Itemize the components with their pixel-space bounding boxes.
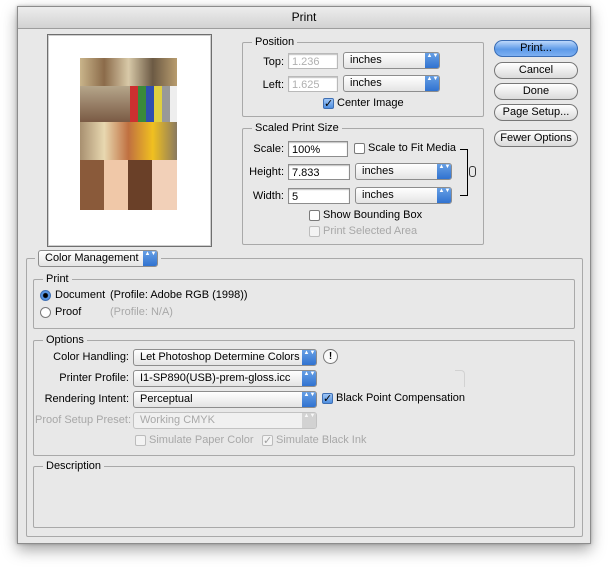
warning-icon: ! bbox=[323, 349, 338, 364]
color-management-value: Color Management bbox=[45, 252, 139, 264]
link-icon[interactable] bbox=[469, 166, 476, 177]
print-source-label: Print bbox=[43, 273, 72, 285]
width-unit-popup[interactable]: inches ▲▼ bbox=[355, 187, 452, 204]
width-field[interactable]: 5 bbox=[288, 188, 350, 204]
top-field[interactable]: 1.236 bbox=[288, 53, 338, 69]
page-setup-button[interactable]: Page Setup... bbox=[494, 104, 578, 121]
bracket-vertical bbox=[467, 149, 468, 196]
top-label: Top: bbox=[263, 56, 284, 68]
fewer-options-button[interactable]: Fewer Options bbox=[494, 130, 578, 147]
document-label: Document bbox=[55, 289, 106, 301]
print-preview bbox=[47, 34, 212, 247]
popup-arrows-icon: ▲▼ bbox=[302, 392, 316, 407]
proof-setup-value: Working CMYK bbox=[140, 414, 215, 426]
document-profile: (Profile: Adobe RGB (1998)) bbox=[110, 289, 248, 301]
color-handling-label: Color Handling: bbox=[53, 351, 129, 363]
window-title: Print bbox=[18, 7, 590, 29]
document-radio[interactable] bbox=[40, 290, 51, 301]
height-unit-value: inches bbox=[362, 165, 394, 177]
proof-radio[interactable] bbox=[40, 307, 51, 318]
popup-arrows-icon: ▲▼ bbox=[302, 350, 316, 365]
show-bounding-box-checkbox[interactable] bbox=[309, 210, 320, 221]
popup-arrows-icon: ▲▼ bbox=[437, 188, 451, 203]
left-unit-popup[interactable]: inches ▲▼ bbox=[343, 75, 440, 92]
preview-image bbox=[80, 58, 177, 210]
popup-shadow-decoration bbox=[455, 370, 465, 387]
popup-arrows-icon: ▲▼ bbox=[425, 76, 439, 91]
print-selected-area-checkbox[interactable] bbox=[309, 226, 320, 237]
popup-arrows-icon: ▲▼ bbox=[143, 251, 157, 266]
color-handling-value: Let Photoshop Determine Colors bbox=[140, 351, 300, 363]
print-button[interactable]: Print... bbox=[494, 40, 578, 57]
top-unit-popup[interactable]: inches ▲▼ bbox=[343, 52, 440, 69]
scale-label: Scale: bbox=[253, 143, 284, 155]
left-label: Left: bbox=[262, 79, 284, 91]
popup-arrows-icon: ▲▼ bbox=[425, 53, 439, 68]
center-image-checkbox[interactable]: ✓ bbox=[323, 98, 334, 110]
height-label: Height: bbox=[249, 166, 284, 178]
rendering-intent-value: Perceptual bbox=[140, 393, 193, 405]
popup-arrows-icon: ▲▼ bbox=[302, 371, 316, 386]
description-label: Description bbox=[43, 460, 105, 472]
simulate-black-checkbox[interactable]: ✓ bbox=[262, 435, 273, 447]
rendering-intent-popup[interactable]: Perceptual ▲▼ bbox=[133, 391, 317, 408]
proof-label: Proof bbox=[55, 306, 82, 318]
print-dialog: Print Print... Cancel Done Page Setup...… bbox=[17, 6, 591, 544]
proof-setup-popup[interactable]: Working CMYK ▲▼ bbox=[133, 412, 317, 429]
simulate-black-label: Simulate Black Ink bbox=[276, 434, 367, 446]
color-management-popup[interactable]: Color Management ▲▼ bbox=[38, 250, 158, 267]
print-selected-area-label: Print Selected Area bbox=[323, 225, 418, 237]
center-image-label: Center Image bbox=[337, 97, 404, 109]
width-label: Width: bbox=[252, 190, 284, 202]
proof-setup-label: Proof Setup Preset: bbox=[35, 414, 131, 426]
width-unit-value: inches bbox=[362, 189, 394, 201]
print-source-group bbox=[33, 279, 575, 329]
description-group bbox=[33, 466, 575, 528]
left-unit-value: inches bbox=[350, 77, 382, 89]
black-point-checkbox[interactable]: ✓ bbox=[322, 393, 333, 405]
done-button[interactable]: Done bbox=[494, 83, 578, 100]
popup-arrows-icon: ▲▼ bbox=[437, 164, 451, 179]
scale-to-fit-checkbox[interactable] bbox=[354, 143, 365, 154]
scale-field[interactable]: 100% bbox=[288, 141, 348, 157]
options-label: Options bbox=[43, 334, 87, 346]
popup-arrows-icon: ▲▼ bbox=[302, 413, 316, 428]
printer-profile-value: I1-SP890(USB)-prem-gloss.icc bbox=[140, 372, 291, 384]
bracket-bottom bbox=[460, 195, 468, 196]
cancel-button[interactable]: Cancel bbox=[494, 62, 578, 79]
left-field[interactable]: 1.625 bbox=[288, 76, 338, 92]
printer-profile-label: Printer Profile: bbox=[59, 372, 129, 384]
top-unit-value: inches bbox=[350, 54, 382, 66]
simulate-paper-checkbox[interactable] bbox=[135, 435, 146, 446]
scale-to-fit-label: Scale to Fit Media bbox=[368, 142, 457, 154]
simulate-paper-label: Simulate Paper Color bbox=[149, 434, 254, 446]
height-unit-popup[interactable]: inches ▲▼ bbox=[355, 163, 452, 180]
printer-profile-popup[interactable]: I1-SP890(USB)-prem-gloss.icc ▲▼ bbox=[133, 370, 317, 387]
position-group-label: Position bbox=[252, 36, 298, 48]
scaled-group-label: Scaled Print Size bbox=[252, 122, 342, 134]
height-field[interactable]: 7.833 bbox=[288, 164, 350, 180]
color-handling-popup[interactable]: Let Photoshop Determine Colors ▲▼ bbox=[133, 349, 317, 366]
rendering-intent-label: Rendering Intent: bbox=[44, 393, 129, 405]
proof-profile: (Profile: N/A) bbox=[110, 306, 173, 318]
black-point-label: Black Point Compensation bbox=[336, 392, 466, 404]
show-bounding-box-label: Show Bounding Box bbox=[323, 209, 423, 221]
